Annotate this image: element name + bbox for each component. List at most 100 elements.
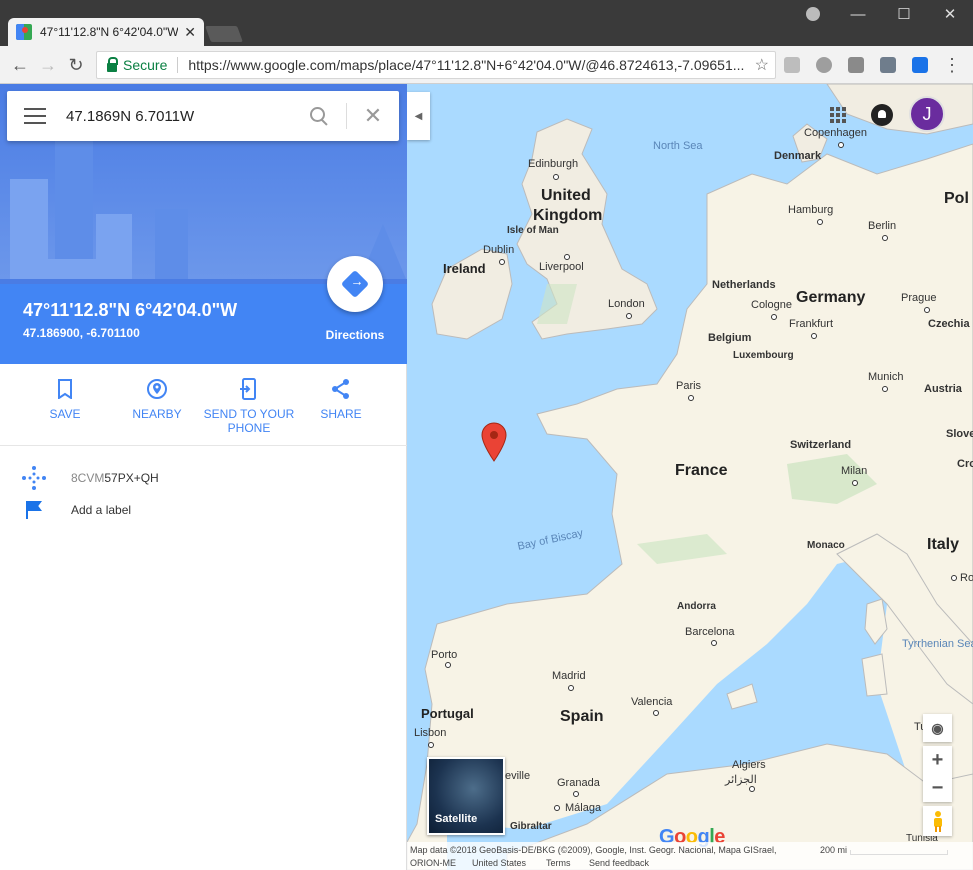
new-tab-button[interactable] (205, 26, 243, 42)
city-dot (428, 742, 434, 748)
city-label: Munich (868, 371, 904, 383)
directions-label[interactable]: Directions (310, 328, 400, 342)
location-pin-icon[interactable] (481, 422, 507, 462)
address-bar[interactable]: Secure https://www.google.com/maps/place… (96, 51, 776, 79)
window-close-icon[interactable]: ✕ (938, 4, 962, 26)
my-location-button[interactable]: ◉ (923, 714, 952, 742)
country-label: Germany (796, 289, 866, 306)
city-label: Rom (960, 572, 973, 584)
directions-button[interactable] (327, 256, 383, 312)
nearby-button[interactable]: NEARBY (126, 376, 188, 421)
pegman-button[interactable] (923, 806, 952, 836)
country-label: Switzerland (790, 439, 852, 451)
collapse-panel-button[interactable]: ◀ (407, 92, 430, 140)
extension-satellite-icon[interactable] (880, 57, 896, 73)
save-button[interactable]: SAVE (34, 376, 96, 421)
city-label: Edinburgh (528, 158, 579, 170)
window-minimize-icon[interactable]: — (846, 4, 870, 26)
send-feedback-link[interactable]: Send feedback (589, 858, 649, 868)
region-link[interactable]: United States (472, 858, 526, 868)
google-apps-icon[interactable] (830, 107, 846, 123)
city-dot (882, 386, 888, 392)
zoom-controls: + − (923, 746, 952, 802)
city-label: الجزائر (725, 774, 757, 786)
city-dot (749, 786, 755, 792)
directions-icon (340, 269, 370, 299)
country-label: Kingdom (533, 207, 603, 224)
satellite-label: Satellite (435, 813, 478, 825)
plus-code-value: 57PX+QH (104, 471, 159, 485)
city-label: Gibraltar (510, 821, 552, 832)
city-dot (711, 640, 717, 646)
extension-circle-icon[interactable] (816, 57, 832, 73)
notifications-icon[interactable] (871, 104, 893, 126)
city-label: Valencia (631, 696, 673, 708)
country-label: Denmark (774, 150, 822, 162)
country-label: Spain (560, 708, 604, 725)
island-label: Isle of Man (507, 225, 559, 236)
map-canvas[interactable]: ◀ J North Sea Bay of Biscay Tyrrhenian S… (407, 84, 973, 870)
city-dot (771, 314, 777, 320)
reload-icon[interactable]: ↻ (65, 54, 87, 76)
plus-code-icon (0, 465, 71, 491)
search-input[interactable]: 47.1869N 6.7011W (66, 108, 310, 125)
share-button[interactable]: SHARE (310, 376, 372, 421)
send-to-phone-label-line2: PHONE (227, 421, 271, 435)
zoom-in-button[interactable]: + (923, 746, 952, 774)
city-dot (924, 307, 930, 313)
extension-cloud-icon[interactable] (848, 57, 864, 73)
satellite-toggle-button[interactable]: Satellite (427, 757, 505, 835)
tab-close-icon[interactable]: ✕ (184, 24, 196, 41)
nearby-label: NEARBY (132, 407, 182, 421)
city-label: Hamburg (788, 204, 834, 216)
scale-label[interactable]: 200 mi (820, 845, 847, 855)
secure-label: Secure (123, 57, 168, 73)
profile-icon[interactable] (806, 7, 820, 21)
url-text[interactable]: https://www.google.com/maps/place/47°11'… (188, 57, 754, 73)
forward-icon[interactable]: → (37, 54, 59, 76)
window-maximize-icon[interactable]: ☐ (892, 4, 916, 26)
country-label: Pol (944, 190, 969, 207)
city-label: eville (505, 770, 531, 782)
zoom-out-button[interactable]: − (923, 774, 952, 802)
hero-wall (30, 259, 130, 279)
search-icon[interactable] (310, 107, 328, 125)
send-to-phone-button[interactable]: SEND TO YOUR PHONE (202, 376, 296, 435)
search-box[interactable]: 47.1869N 6.7011W ✕ (7, 91, 399, 141)
share-label: SHARE (320, 407, 362, 421)
pegman-icon (933, 811, 942, 832)
terms-link[interactable]: Terms (546, 858, 571, 868)
avatar[interactable]: J (909, 96, 945, 132)
place-panel: 47.1869N 6.7011W ✕ 47°11'12.8"N 6°42'04.… (0, 84, 407, 870)
omnibox-divider (177, 57, 179, 73)
extension-grid-icon[interactable] (912, 57, 928, 73)
city-dot (445, 662, 451, 668)
country-label: United (541, 187, 591, 204)
send-to-phone-label-line1: SEND TO YOUR (203, 407, 295, 421)
city-dot (852, 480, 858, 486)
city-dot (838, 142, 844, 148)
city-label: Liverpool (539, 261, 584, 273)
city-dot (811, 333, 817, 339)
share-icon (310, 376, 372, 402)
country-label: Belgium (708, 332, 752, 344)
city-label: Frankfurt (789, 318, 834, 330)
city-label: Granada (557, 777, 600, 789)
browser-tab[interactable]: 47°11'12.8"N 6°42'04.0"W ✕ (8, 18, 204, 46)
back-icon[interactable]: ← (9, 54, 31, 76)
country-label: Andorra (677, 601, 716, 612)
clear-search-icon[interactable]: ✕ (347, 103, 399, 129)
city-dot (568, 685, 574, 691)
hamburger-menu-icon[interactable] (24, 108, 46, 124)
star-icon[interactable]: ☆ (755, 55, 769, 75)
browser-menu-icon[interactable]: ⋮ (941, 54, 963, 76)
plus-code-row[interactable]: 8CVM57PX+QH (0, 463, 407, 493)
my-location-icon: ◉ (931, 719, 944, 736)
browser-titlebar: 47°11'12.8"N 6°42'04.0"W ✕ — ☐ ✕ (0, 0, 973, 46)
country-label: Portugal (421, 706, 474, 721)
plus-code-prefix: 8CVM (71, 471, 105, 485)
extension-j-icon[interactable] (784, 57, 800, 73)
place-title: 47°11'12.8"N 6°42'04.0"W (23, 300, 238, 320)
plus-code-text: 8CVM57PX+QH (71, 471, 159, 485)
add-label-row[interactable]: Add a label (0, 495, 407, 525)
